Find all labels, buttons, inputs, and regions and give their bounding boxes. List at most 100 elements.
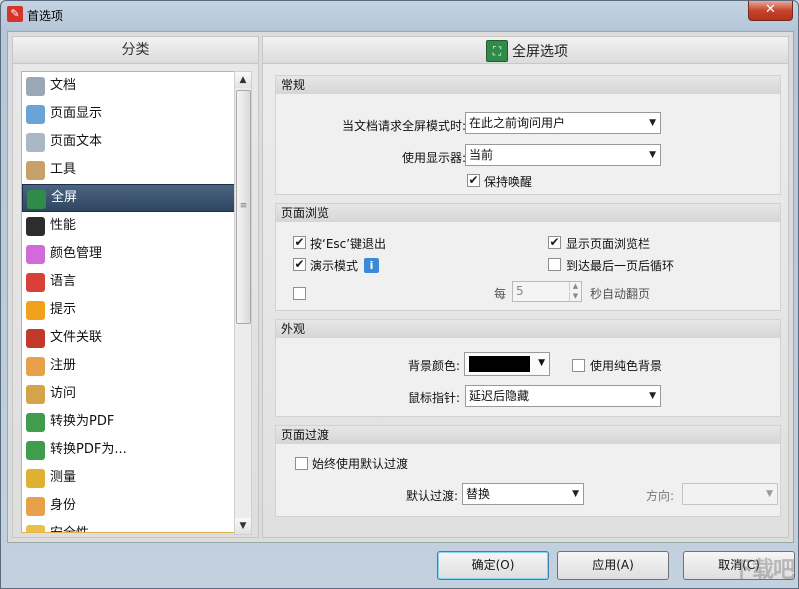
hint-icon (26, 301, 45, 320)
fullscreen-icon (27, 190, 46, 209)
category-item[interactable]: 页面显示 (22, 100, 235, 128)
category-label: 全屏 (51, 190, 78, 205)
window-title: 首选项 (27, 9, 64, 23)
category-item[interactable]: 身份 (22, 492, 235, 520)
appearance-header: 外观 (276, 320, 780, 338)
convert-to-pdf-icon (26, 413, 45, 432)
category-list[interactable]: 文档页面显示 页面文本工具全屏性能颜色管理语言提示文件关联注册访问转换为PDF 转换… (21, 71, 236, 533)
category-label: 安全性 (50, 526, 89, 532)
convert-from-pdf-icon (26, 441, 45, 460)
auto-flip-checkbox[interactable] (293, 287, 306, 300)
always-default-checkbox[interactable] (295, 457, 308, 470)
seconds-label: 秒自动翻页 (590, 287, 651, 301)
fullscreen-icon: ⛶ (486, 40, 508, 62)
stepper-down-icon[interactable]: ▼ (569, 292, 581, 301)
monitor-value: 当前 (469, 148, 494, 162)
category-item[interactable]: 性能 (22, 212, 235, 240)
category-item[interactable]: 文档 (22, 72, 235, 100)
category-label: 工具 (50, 162, 77, 177)
category-item[interactable]: 文件关联 (22, 324, 235, 352)
direction-dropdown[interactable]: ▼ (682, 483, 778, 505)
options-title: 全屏选项 (512, 44, 568, 60)
user-register-icon (26, 357, 45, 376)
transition-group: 页面过渡 始终使用默认过渡 默认过渡: 替换 ▼ 方向: ▼ (275, 425, 781, 517)
category-label: 性能 (50, 218, 77, 233)
bg-color-picker[interactable]: ▼ (464, 352, 550, 376)
category-label: 文档 (50, 78, 77, 93)
title-bar: ✎ 首选项 ✕ (1, 1, 798, 29)
esc-exit-label: 按‘Esc’键退出 (310, 237, 387, 251)
identity-icon (26, 497, 45, 516)
show-bar-label: 显示页面浏览栏 (566, 237, 651, 251)
keep-awake-checkbox[interactable]: ✔ (467, 174, 480, 187)
chevron-down-icon: ▼ (538, 358, 545, 368)
category-label: 注册 (50, 358, 77, 373)
category-item[interactable]: 提示 (22, 296, 235, 324)
cursor-value: 延迟后隐藏 (469, 389, 530, 403)
category-item[interactable]: 测量 (22, 464, 235, 492)
general-group: 常规 当文档请求全屏模式时: 在此之前询问用户 ▼ 使用显示器: 当前 ▼ ✔ 保持… (275, 75, 781, 195)
options-panel: ⛶ 全屏选项 常规 当文档请求全屏模式时: 在此之前询问用户 ▼ 使用显示器: 当… (262, 36, 789, 538)
category-header: 分类 (13, 37, 258, 64)
request-label: 当文档请求全屏模式时: (341, 119, 466, 133)
close-button[interactable]: ✕ (748, 1, 793, 21)
default-transition-value: 替换 (466, 487, 491, 501)
loop-checkbox[interactable] (548, 258, 561, 271)
category-item[interactable]: 颜色管理 (22, 240, 235, 268)
loop-label: 到达最后一页后循环 (566, 259, 675, 273)
chevron-down-icon: ▼ (766, 489, 773, 499)
ruler-icon (26, 469, 45, 488)
category-label: 语言 (50, 274, 77, 289)
show-bar-checkbox[interactable]: ✔ (548, 236, 561, 249)
scroll-thumb[interactable]: ≡ (236, 90, 251, 324)
category-panel: 分类 文档页面显示 页面文本工具全屏性能颜色管理语言提示文件关联注册访问转换为PD… (12, 36, 259, 538)
info-icon[interactable]: i (364, 258, 379, 273)
esc-exit-checkbox[interactable]: ✔ (293, 236, 306, 249)
seconds-stepper[interactable]: 5 ▲ ▼ (512, 281, 582, 302)
page-browse-header: 页面浏览 (276, 204, 780, 222)
category-scrollbar[interactable]: ▲ ≡ ▼ (234, 71, 252, 535)
language-icon (26, 273, 45, 292)
default-transition-label: 默认过渡: (405, 489, 458, 503)
general-header: 常规 (276, 76, 780, 94)
category-label: 访问 (50, 386, 77, 401)
category-item[interactable]: 转换PDF为... (22, 436, 235, 464)
category-label: 测量 (50, 470, 77, 485)
preferences-window: ✎ 首选项 ✕ 分类 文档页面显示 页面文本工具全屏性能颜色管理语言提示文件关联注… (0, 0, 799, 589)
every-label: 每 (494, 287, 507, 301)
dialog-client-area: 分类 文档页面显示 页面文本工具全屏性能颜色管理语言提示文件关联注册访问转换为PD… (7, 31, 794, 543)
cursor-dropdown[interactable]: 延迟后隐藏 ▼ (465, 385, 661, 407)
chevron-down-icon: ▼ (649, 391, 656, 401)
keep-awake-label: 保持唤醒 (484, 175, 533, 189)
ok-button[interactable]: 确定(O) (437, 551, 549, 580)
category-item[interactable]: 全屏 (22, 184, 235, 212)
apply-button[interactable]: 应用(A) (557, 551, 669, 580)
scroll-down-arrow-icon[interactable]: ▼ (235, 518, 251, 534)
demo-mode-checkbox[interactable]: ✔ (293, 258, 306, 271)
category-item[interactable]: 访问 (22, 380, 235, 408)
always-default-label: 始终使用默认过渡 (312, 457, 409, 471)
scroll-up-arrow-icon[interactable]: ▲ (235, 72, 251, 88)
color-wheel-icon (26, 245, 45, 264)
category-item[interactable]: 页面文本 (22, 128, 235, 156)
category-item[interactable]: 转换为PDF (22, 408, 235, 436)
category-label: 转换为PDF (50, 414, 115, 429)
category-item[interactable]: 语言 (22, 268, 235, 296)
request-dropdown[interactable]: 在此之前询问用户 ▼ (465, 112, 661, 134)
page-browse-group: 页面浏览 ✔ 按‘Esc’键退出 ✔ 演示模式 i ✔ 显示页面浏览栏 到达最后… (275, 203, 781, 311)
performance-icon (26, 217, 45, 236)
category-item[interactable]: 工具 (22, 156, 235, 184)
default-transition-dropdown[interactable]: 替换 ▼ (462, 483, 584, 505)
monitor-dropdown[interactable]: 当前 ▼ (465, 144, 661, 166)
category-item[interactable]: 注册 (22, 352, 235, 380)
seconds-value: 5 (516, 284, 524, 298)
appearance-group: 外观 背景颜色: ▼ 使用纯色背景 鼠标指针: 延迟后隐藏 ▼ (275, 319, 781, 417)
category-label: 转换PDF为... (50, 442, 127, 457)
color-swatch (469, 356, 530, 372)
stepper-up-icon[interactable]: ▲ (569, 282, 581, 291)
solid-bg-checkbox[interactable] (572, 359, 585, 372)
category-item[interactable]: 安全性 (22, 520, 235, 532)
category-label: 文件关联 (50, 330, 103, 345)
chevron-down-icon: ▼ (649, 150, 656, 160)
solid-bg-label: 使用纯色背景 (590, 359, 663, 373)
